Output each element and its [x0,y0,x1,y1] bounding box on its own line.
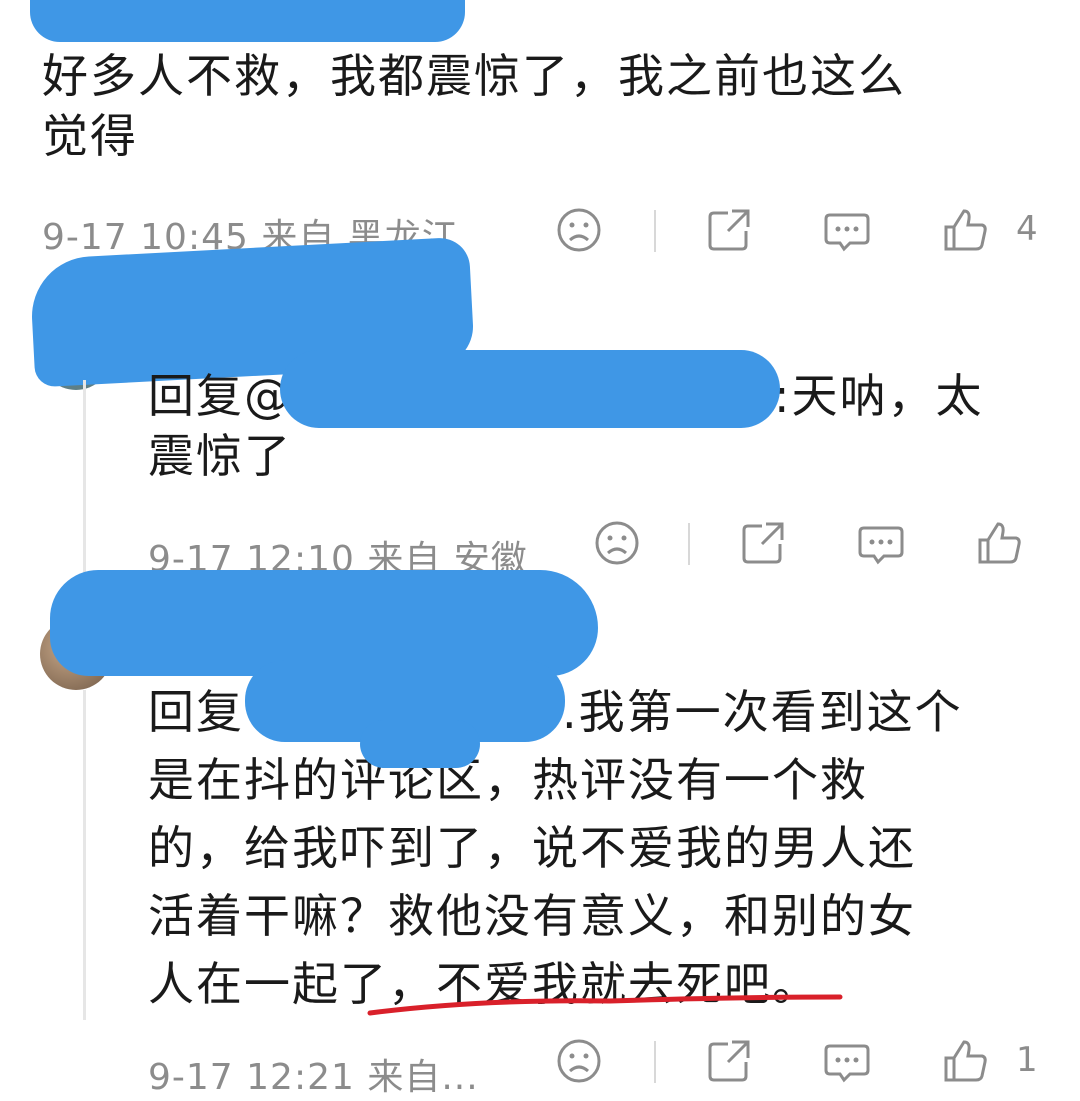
comment-icon[interactable] [822,1036,872,1086]
like-icon[interactable] [974,518,1024,568]
comment-actions: 4 [0,205,1080,257]
reply-text-line: 的，给我吓到了，说不爱我的男人还 [148,821,916,875]
reply-text-tail: :天呐，太 [774,369,984,423]
reply-text-line: 是在抖的评论区，热评没有一个救 [148,753,868,807]
like-count: 1 [1016,1040,1038,1080]
share-icon[interactable] [704,205,754,255]
reply-prefix[interactable]: 回复 [148,685,244,739]
redacted-username [360,720,480,768]
comment-text-line: 觉得 [42,109,138,163]
divider [654,210,656,252]
thread-line [83,690,86,1020]
reply-prefix[interactable]: 回复@ [148,369,292,423]
comment-text: 好多人不救，我都震惊了，我之前也这么 觉得 [42,46,1042,166]
share-icon[interactable] [738,518,788,568]
like-count: 4 [1016,209,1038,249]
sad-face-icon[interactable] [554,205,604,255]
comment-icon[interactable] [856,518,906,568]
comment-actions [0,518,1080,570]
sad-face-icon[interactable] [592,518,642,568]
reply-text-line: 震惊了 [148,429,292,483]
share-icon[interactable] [704,1036,754,1086]
comment-icon[interactable] [822,205,872,255]
comment-text-line: 好多人不救，我都震惊了，我之前也这么 [42,49,906,103]
comment-actions: 1 [0,1036,1080,1088]
reply-text-line: 活着干嘛？救他没有意义，和别的女 [148,889,916,943]
redacted-username [280,350,780,428]
divider [688,523,690,565]
like-icon[interactable] [940,205,990,255]
like-icon[interactable] [940,1036,990,1086]
red-underline [367,994,843,1016]
redacted-username [30,0,465,42]
sad-face-icon[interactable] [554,1036,604,1086]
reply-text-tail: .我第一次看到这个 [562,685,963,739]
divider [654,1041,656,1083]
